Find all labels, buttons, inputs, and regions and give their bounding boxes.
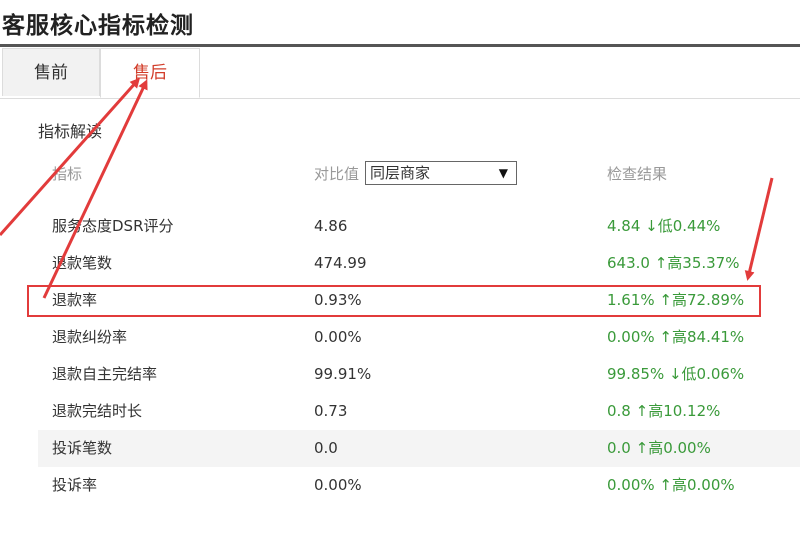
metric-value: 0.0 <box>314 439 338 457</box>
metric-value: 0.73 <box>314 402 348 420</box>
table-row: 投诉率 0.00% 0.00% ↑高0.00% <box>38 467 800 504</box>
tab-aftersale[interactable]: 售后 <box>100 48 200 98</box>
table-row: 退款纠纷率 0.00% 0.00% ↑高84.41% <box>38 319 800 356</box>
metric-value: 99.91% <box>314 365 372 383</box>
metric-result: 0.8 ↑高10.12% <box>607 402 721 420</box>
metric-result: 4.84 ↓低0.44% <box>607 217 721 235</box>
column-header-compare: 对比值 同层商家 ▼ <box>314 161 518 185</box>
tab-presale[interactable]: 售前 <box>2 48 100 96</box>
metric-result: 0.0 ↑高0.00% <box>607 439 711 457</box>
compare-select-value: 同层商家 <box>370 164 431 182</box>
metric-value: 0.00% <box>314 328 362 346</box>
tab-bar: 售前 售后 <box>0 48 800 99</box>
metric-name: 退款完结时长 <box>52 402 143 420</box>
metric-name: 退款笔数 <box>52 254 113 272</box>
table-row: 投诉笔数 0.0 0.0 ↑高0.00% <box>38 430 800 467</box>
column-header-metric: 指标 <box>52 165 83 183</box>
compare-label: 对比值 <box>314 164 360 183</box>
table-row: 退款自主完结率 99.91% 99.85% ↓低0.06% <box>38 356 800 393</box>
metric-result: 0.00% ↑高84.41% <box>607 328 745 346</box>
metric-value: 4.86 <box>314 217 348 235</box>
metric-value: 474.99 <box>314 254 367 272</box>
annotation-highlight-box <box>27 285 761 317</box>
title-divider <box>0 44 800 47</box>
metric-name: 退款自主完结率 <box>52 365 158 383</box>
table-row: 服务态度DSR评分 4.86 4.84 ↓低0.44% <box>38 208 800 245</box>
compare-select[interactable]: 同层商家 ▼ <box>365 161 518 185</box>
metric-name: 投诉笔数 <box>52 439 113 457</box>
metric-result: 643.0 ↑高35.37% <box>607 254 740 272</box>
metric-result: 0.00% ↑高0.00% <box>607 476 735 494</box>
metric-name: 退款纠纷率 <box>52 328 128 346</box>
section-title: 指标解读 <box>38 122 103 141</box>
column-header-result: 检查结果 <box>607 165 668 183</box>
table-row: 退款笔数 474.99 643.0 ↑高35.37% <box>38 245 800 282</box>
page-title: 客服核心指标检测 <box>2 13 194 39</box>
metric-value: 0.00% <box>314 476 362 494</box>
metric-name: 服务态度DSR评分 <box>52 217 174 235</box>
metric-result: 99.85% ↓低0.06% <box>607 365 745 383</box>
metric-name: 投诉率 <box>52 476 98 494</box>
dropdown-triangle-icon: ▼ <box>498 166 509 180</box>
table-row: 退款完结时长 0.73 0.8 ↑高10.12% <box>38 393 800 430</box>
